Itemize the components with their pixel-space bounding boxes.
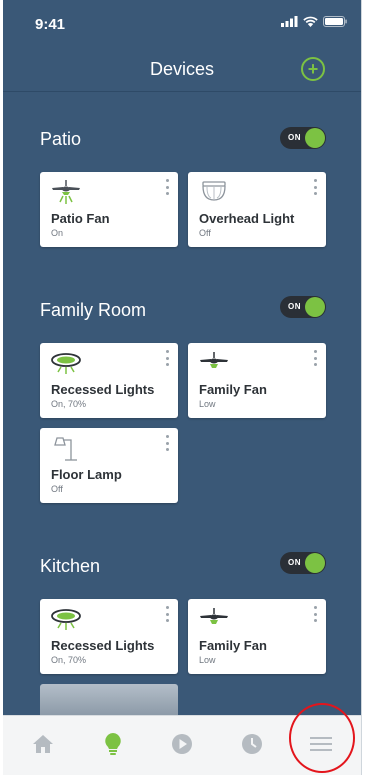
tab-devices[interactable] xyxy=(99,730,127,758)
status-bar: 9:41 xyxy=(3,0,361,44)
more-options-icon[interactable] xyxy=(312,350,318,366)
device-card-family-fan[interactable]: Family Fan Low xyxy=(188,343,326,418)
section-title-family-room: Family Room xyxy=(40,300,147,320)
device-status: Low xyxy=(199,399,216,409)
device-card-floor-lamp[interactable]: Floor Lamp Off xyxy=(40,428,178,503)
ceiling-fan-on-icon xyxy=(52,180,80,204)
recessed-light-icon xyxy=(51,353,81,374)
section-toggle-kitchen[interactable]: ON xyxy=(280,552,326,574)
battery-icon xyxy=(323,16,347,27)
more-options-icon[interactable] xyxy=(164,179,170,195)
toggle-knob xyxy=(305,128,325,148)
device-card-overhead-light[interactable]: Overhead Light Off xyxy=(188,172,326,247)
toggle-knob xyxy=(305,553,325,573)
clock-icon xyxy=(242,734,262,754)
more-options-icon[interactable] xyxy=(164,350,170,366)
recessed-light-icon xyxy=(51,609,81,630)
navigation-bar: Devices + xyxy=(3,44,361,92)
device-name: Recessed Lights xyxy=(51,638,155,653)
more-options-icon[interactable] xyxy=(164,435,170,451)
dome-light-icon xyxy=(202,181,226,201)
ceiling-fan-icon xyxy=(200,352,228,368)
device-name: Patio Fan xyxy=(51,211,110,226)
section-toggle-family-room[interactable]: ON xyxy=(280,296,326,318)
plus-icon: + xyxy=(307,59,319,79)
device-name: Overhead Light xyxy=(199,211,295,226)
devices-screen: 9:41 Devices + Patio ON Patio Fan On Ove… xyxy=(3,0,362,775)
tab-schedules[interactable] xyxy=(238,730,266,758)
device-card-recessed-lights[interactable]: Recessed Lights On, 70% xyxy=(40,343,178,418)
device-status: On xyxy=(51,228,64,238)
device-status: Off xyxy=(51,484,63,494)
more-options-icon[interactable] xyxy=(312,606,318,622)
section-toggle-patio[interactable]: ON xyxy=(280,127,326,149)
more-options-icon[interactable] xyxy=(164,606,170,622)
more-options-icon[interactable] xyxy=(312,179,318,195)
annotation-circle xyxy=(289,703,355,773)
device-name: Recessed Lights xyxy=(51,382,155,397)
device-name: Family Fan xyxy=(199,382,267,397)
device-status: Low xyxy=(199,655,216,665)
status-time: 9:41 xyxy=(35,16,66,33)
floor-lamp-icon xyxy=(54,437,77,461)
device-status: On, 70% xyxy=(51,655,87,665)
device-card-patio-fan[interactable]: Patio Fan On xyxy=(40,172,178,247)
toggle-label: ON xyxy=(288,558,301,567)
device-status: Off xyxy=(199,228,211,238)
section-title-kitchen: Kitchen xyxy=(40,556,101,576)
section-title-patio: Patio xyxy=(40,129,82,149)
wifi-icon xyxy=(303,16,318,27)
tab-scenes[interactable] xyxy=(168,730,196,758)
device-status: On, 70% xyxy=(51,399,87,409)
play-icon xyxy=(172,734,192,754)
tab-home[interactable] xyxy=(29,730,57,758)
device-card-kitchen-family-fan[interactable]: Family Fan Low xyxy=(188,599,326,674)
toggle-label: ON xyxy=(288,302,301,311)
device-name: Floor Lamp xyxy=(51,467,122,482)
ceiling-fan-icon xyxy=(200,608,228,624)
cellular-signal-icon xyxy=(281,16,298,27)
home-icon xyxy=(33,735,53,753)
lightbulb-icon xyxy=(105,733,121,755)
system-indicators xyxy=(281,16,347,27)
device-card-kitchen-recessed-lights[interactable]: Recessed Lights On, 70% xyxy=(40,599,178,674)
device-name: Family Fan xyxy=(199,638,267,653)
toggle-knob xyxy=(305,297,325,317)
add-device-button[interactable]: + xyxy=(301,57,325,81)
toggle-label: ON xyxy=(288,133,301,142)
